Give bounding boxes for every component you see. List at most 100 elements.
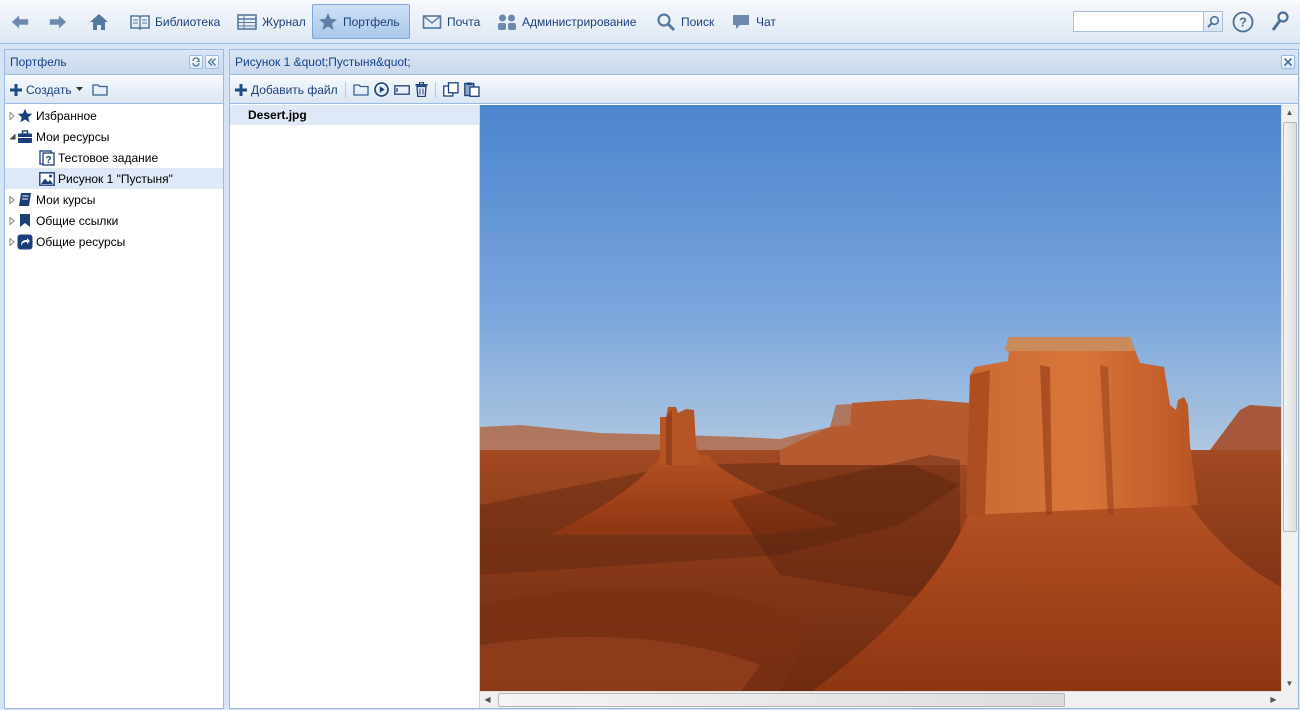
forward-arrow-icon — [48, 12, 68, 32]
paste-button[interactable] — [463, 82, 480, 97]
delete-button[interactable] — [415, 82, 428, 97]
tree-item-label: Рисунок 1 "Пустыня" — [58, 171, 173, 186]
scroll-left-arrow[interactable]: ◀ — [480, 692, 495, 707]
courses-icon — [17, 192, 33, 208]
tree-expander[interactable] — [7, 111, 17, 120]
resource-panel-title: Рисунок 1 &quot;Пустыня&quot; — [235, 55, 411, 69]
file-list: Desert.jpg — [230, 105, 480, 708]
mail-icon — [422, 12, 442, 32]
nav-library-label: Библиотека — [155, 14, 221, 29]
vertical-scroll-thumb[interactable] — [1283, 122, 1297, 532]
file-item-name: Desert.jpg — [248, 108, 307, 122]
help-button[interactable]: ? — [1232, 11, 1254, 33]
nav-library[interactable]: Библиотека — [124, 4, 226, 39]
back-button[interactable] — [4, 4, 36, 39]
nav-search-label: Поиск — [681, 14, 715, 29]
tree-expander[interactable] — [7, 216, 17, 225]
tree-item-my-courses[interactable]: Мои курсы — [5, 189, 223, 210]
rename-button[interactable] — [393, 84, 410, 95]
star-icon — [17, 108, 33, 124]
plus-icon — [10, 83, 22, 96]
toolbar-divider — [434, 81, 436, 98]
tree-item-favorites[interactable]: Избранное — [5, 105, 223, 126]
nav-administration-label: Администрирование — [522, 14, 637, 29]
vertical-scrollbar[interactable]: ▲ ▼ — [1281, 105, 1298, 691]
play-icon — [373, 82, 389, 97]
image-icon — [39, 171, 55, 187]
add-file-label: Добавить файл — [251, 82, 338, 97]
nav-mail[interactable]: Почта — [416, 4, 486, 39]
tree-expander[interactable] — [7, 133, 17, 140]
nav-chat[interactable]: Чат — [725, 4, 782, 39]
portfolio-panel: Портфель Создать Избранное Мои ресурсы ?… — [4, 49, 224, 709]
resource-toolbar: Добавить файл — [230, 76, 1298, 104]
bookmark-icon — [17, 213, 33, 229]
nav-journal[interactable]: Журнал — [231, 4, 312, 39]
tree-item-shared-links[interactable]: Общие ссылки — [5, 210, 223, 231]
tree-expander[interactable] — [7, 237, 17, 246]
nav-administration[interactable]: Администрирование — [491, 4, 642, 39]
scroll-down-arrow[interactable]: ▼ — [1282, 676, 1297, 691]
briefcase-icon — [17, 129, 33, 145]
file-item[interactable]: Desert.jpg — [230, 105, 479, 125]
tree-item-label: Мои курсы — [36, 192, 96, 207]
resource-panel: Рисунок 1 &quot;Пустыня&quot; Добавить ф… — [229, 49, 1299, 709]
tree-item-test-task[interactable]: ? Тестовое задание — [5, 147, 223, 168]
tree-item-my-resources[interactable]: Мои ресурсы — [5, 126, 223, 147]
plus-icon — [235, 83, 247, 96]
magnifier-icon — [1206, 15, 1220, 28]
tree-item-label: Общие ресурсы — [36, 234, 126, 249]
tree-item-label: Тестовое задание — [58, 150, 159, 165]
tree-item-label: Избранное — [36, 108, 97, 123]
folder-icon — [91, 83, 108, 96]
nav-portfolio[interactable]: Портфель — [312, 4, 410, 39]
close-panel-button[interactable] — [1281, 55, 1295, 69]
share-icon — [17, 234, 33, 250]
star-icon — [318, 12, 338, 32]
open-folder-button[interactable] — [352, 83, 369, 96]
nav-chat-label: Чат — [756, 14, 776, 29]
double-chevron-left-icon — [207, 57, 217, 67]
portfolio-toolbar: Создать — [5, 76, 223, 104]
trash-icon — [415, 82, 428, 97]
new-folder-button[interactable] — [91, 83, 108, 96]
wrench-icon — [1270, 11, 1290, 33]
svg-text:?: ? — [1239, 15, 1247, 30]
home-icon — [89, 12, 109, 32]
desert-photo — [480, 105, 1298, 693]
nav-journal-label: Журнал — [262, 14, 306, 29]
nav-search[interactable]: Поиск — [650, 4, 720, 39]
chat-icon — [731, 12, 751, 32]
refresh-button[interactable] — [189, 55, 203, 69]
search-submit-button[interactable] — [1203, 12, 1222, 31]
nav-portfolio-label: Портфель — [343, 14, 400, 29]
tree-item-label: Общие ссылки — [36, 213, 119, 228]
play-button[interactable] — [373, 82, 389, 97]
scroll-right-arrow[interactable]: ▶ — [1266, 692, 1281, 707]
home-button[interactable] — [83, 4, 115, 39]
add-file-button[interactable]: Добавить файл — [235, 83, 338, 97]
create-button-label: Создать — [26, 82, 72, 97]
table-icon — [237, 12, 257, 32]
settings-button[interactable] — [1270, 11, 1290, 33]
horizontal-scroll-thumb[interactable] — [498, 693, 1065, 707]
close-icon — [1283, 57, 1293, 67]
search-input[interactable] — [1074, 12, 1203, 31]
refresh-icon — [191, 57, 201, 67]
copy-icon — [442, 82, 459, 97]
scroll-up-arrow[interactable]: ▲ — [1282, 105, 1297, 120]
tree-item-shared-resources[interactable]: Общие ресурсы — [5, 231, 223, 252]
rename-field-icon — [393, 84, 410, 95]
tree-item-picture-desert[interactable]: Рисунок 1 "Пустыня" — [5, 168, 223, 189]
tree-expander[interactable] — [7, 195, 17, 204]
forward-button[interactable] — [42, 4, 74, 39]
collapse-panel-button[interactable] — [205, 55, 219, 69]
back-arrow-icon — [10, 12, 30, 32]
horizontal-scrollbar[interactable]: ◀ ▶ — [480, 691, 1281, 708]
resource-panel-header: Рисунок 1 &quot;Пустыня&quot; — [230, 50, 1298, 75]
copy-button[interactable] — [442, 82, 459, 97]
top-navigation-bar: Библиотека Журнал Портфель Почта Админис… — [0, 0, 1300, 44]
create-button[interactable]: Создать — [10, 83, 83, 97]
image-preview: ▲ ▼ ◀ ▶ — [480, 105, 1298, 708]
portfolio-panel-title: Портфель — [10, 55, 67, 69]
